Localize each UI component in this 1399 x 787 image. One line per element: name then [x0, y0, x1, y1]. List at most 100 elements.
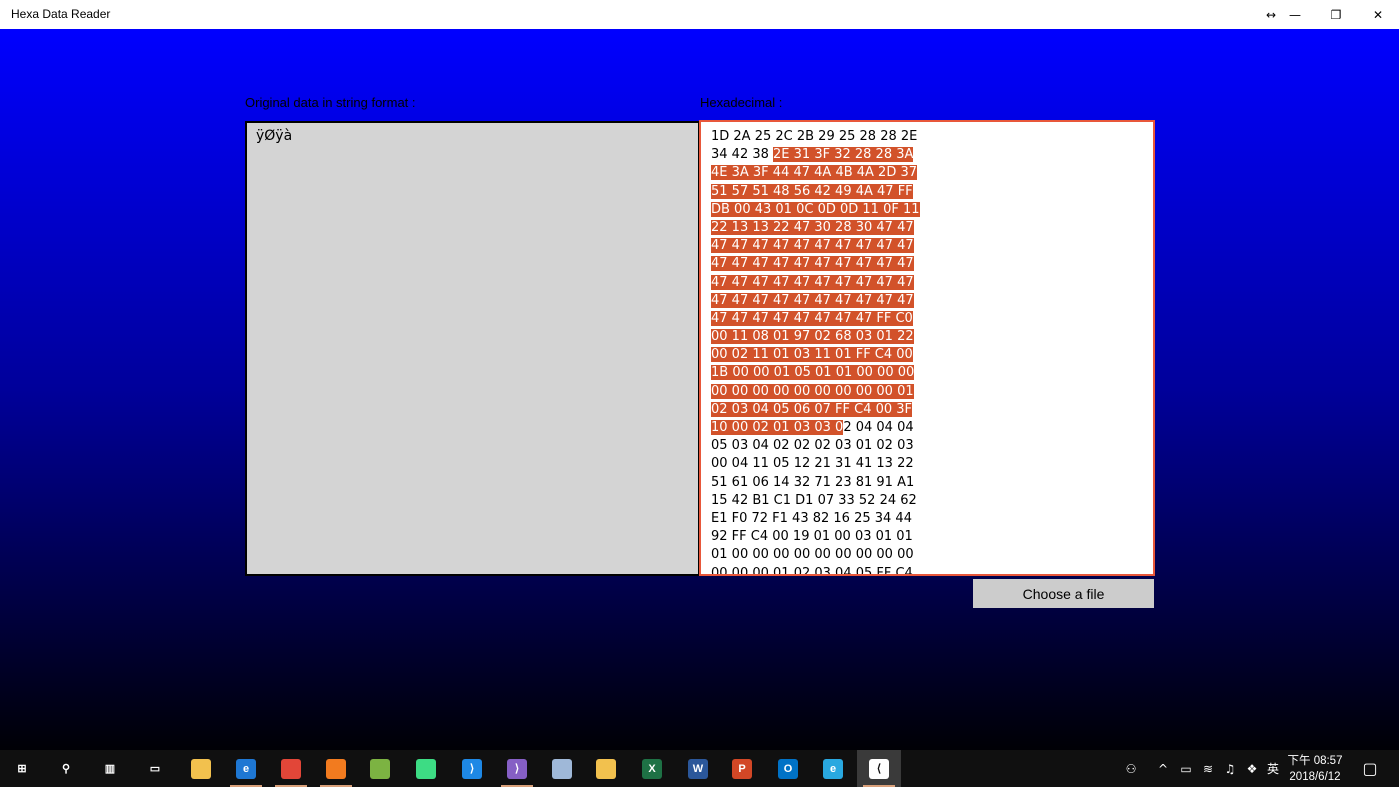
- hex-line: 00 00 00 00 00 00 00 00 00 01: [711, 383, 920, 401]
- visual-studio-icon-glyph: ⟩: [507, 758, 527, 779]
- hex-selection: 00 02 11 01 03 11 01 FF C4 00: [711, 347, 913, 363]
- hex-textbox[interactable]: 1D 2A 25 2C 2B 29 25 28 28 2E 34 42 38 2E…: [699, 120, 1155, 576]
- hex-line: 1B 00 00 01 05 01 01 00 00 00: [711, 364, 920, 382]
- taskbar: ⊞ ⚲ ▥ ▭ e ⟩ ⟩ X W P Oe ⟨ ⚇ ^ ▭ ≋ ♫ ❖ 英 下午 08:57 201…: [0, 750, 1399, 787]
- hex-line: 15 42 B1 C1 D1 07 33 52 24 62: [711, 492, 920, 510]
- tools-icon-glyph: [596, 758, 616, 779]
- outlook-icon[interactable]: O: [766, 750, 810, 787]
- search-icon[interactable]: ⚲: [44, 750, 88, 787]
- hex-line: 47 47 47 47 47 47 47 47 47 47: [711, 237, 920, 255]
- hex-text: 00 04 11 05 12 21 31 41 13 22: [711, 456, 914, 472]
- hex-text: 92 FF C4 00 19 01 00 03 01 01: [711, 529, 913, 545]
- notification-icon[interactable]: ▢: [1356, 750, 1384, 787]
- hex-line: 00 11 08 01 97 02 68 03 01 22: [711, 328, 920, 346]
- search-icon-glyph: ⚲: [56, 758, 76, 779]
- notepad-icon-glyph: [370, 758, 390, 779]
- task-view-icon-glyph: ▥: [100, 758, 120, 779]
- hex-selection: 00 00 00 00 00 00 00 00 00 01: [711, 383, 914, 399]
- choose-file-button[interactable]: Choose a file: [973, 579, 1154, 608]
- excel-icon[interactable]: X: [630, 750, 674, 787]
- start-icon-glyph: ⊞: [12, 758, 32, 779]
- hex-text: 34 42 38: [711, 147, 774, 163]
- hex-text: 2 04 04 04: [843, 420, 914, 435]
- hex-selection: 47 47 47 47 47 47 47 47 47 47: [711, 238, 914, 254]
- terminal-icon[interactable]: ▭: [133, 750, 177, 787]
- hex-text: 15 42 B1 C1 D1 07 33 52 24 62: [711, 492, 917, 508]
- edge-icon[interactable]: e: [224, 750, 268, 787]
- clock[interactable]: 下午 08:57 2018/6/12: [1284, 753, 1346, 785]
- hex-selection: 4E 3A 3F 44 47 4A 4B 4A 2D 37: [711, 165, 918, 181]
- word-icon[interactable]: W: [676, 750, 720, 787]
- hex-line: 47 47 47 47 47 47 47 47 47 47: [711, 255, 920, 273]
- excel-icon-glyph: X: [642, 758, 662, 779]
- hex-line: 51 61 06 14 32 71 23 81 91 A1: [711, 474, 920, 492]
- hex-text: E1 F0 72 F1 43 82 16 25 34 44: [711, 510, 912, 526]
- tools-icon[interactable]: [584, 750, 628, 787]
- file-explorer-icon-glyph: [191, 758, 211, 779]
- vscode-icon[interactable]: ⟩: [450, 750, 494, 787]
- ime-indicator[interactable]: 英: [1263, 750, 1283, 787]
- window-title: Hexa Data Reader: [11, 7, 111, 21]
- task-view-icon[interactable]: ▥: [88, 750, 132, 787]
- hex-selection: 1B 00 00 01 05 01 01 00 00 00: [711, 365, 915, 381]
- hex-line: 51 57 51 48 56 42 49 4A 47 FF: [711, 183, 920, 201]
- hex-line: 02 03 04 05 06 07 FF C4 00 3F: [711, 401, 920, 419]
- title-bar: Hexa Data Reader ↔ — ❐ ✕: [0, 0, 1399, 29]
- start-icon[interactable]: ⊞: [0, 750, 44, 787]
- volume-icon[interactable]: ♫: [1219, 750, 1241, 787]
- hex-content: 1D 2A 25 2C 2B 29 25 28 28 2E 34 42 38 2E…: [711, 128, 920, 576]
- ie-icon[interactable]: e: [811, 750, 855, 787]
- hex-selection: 51 57 51 48 56 42 49 4A 47 FF: [711, 183, 913, 199]
- chrome-icon-glyph: [281, 758, 301, 779]
- string-label: Original data in string format :: [245, 95, 416, 110]
- hex-selection: 00 11 08 01 97 02 68 03 01 22: [711, 329, 914, 345]
- hex-selection: 47 47 47 47 47 47 47 47 47 47: [711, 292, 914, 308]
- hex-line: DB 00 43 01 0C 0D 0D 11 0F 11: [711, 201, 920, 219]
- hex-line: 00 00 00 01 02 03 04 05 FF C4: [711, 565, 920, 576]
- hex-line: 05 03 04 02 02 02 03 01 02 03: [711, 437, 920, 455]
- restore-button[interactable]: ❐: [1313, 0, 1359, 29]
- hex-line: 01 00 00 00 00 00 00 00 00 00: [711, 546, 920, 564]
- firefox-icon[interactable]: [314, 750, 358, 787]
- string-textbox[interactable]: ÿØÿà: [245, 121, 700, 576]
- hex-selection: 47 47 47 47 47 47 47 47 FF C0: [711, 310, 913, 326]
- hex-line: E1 F0 72 F1 43 82 16 25 34 44: [711, 510, 920, 528]
- clock-time: 下午 08:57: [1287, 755, 1343, 767]
- people-icon[interactable]: ⚇: [1118, 750, 1144, 787]
- hex-selection: DB 00 43 01 0C 0D 0D 11 0F 11: [711, 201, 920, 217]
- dropbox-icon[interactable]: ❖: [1241, 750, 1263, 787]
- vscode-icon-glyph: ⟩: [462, 758, 482, 779]
- hex-line: 34 42 38 2E 31 3F 32 28 28 3A: [711, 146, 920, 164]
- visual-studio-icon[interactable]: ⟩: [495, 750, 539, 787]
- wifi-icon[interactable]: ≋: [1197, 750, 1219, 787]
- minimize-button[interactable]: —: [1272, 0, 1318, 29]
- powerpoint-icon-glyph: P: [732, 758, 752, 779]
- terminal-icon-glyph: ▭: [145, 758, 165, 779]
- hex-line: 47 47 47 47 47 47 47 47 47 47: [711, 274, 920, 292]
- file-explorer-icon[interactable]: [179, 750, 223, 787]
- hex-line: 4E 3A 3F 44 47 4A 4B 4A 2D 37: [711, 164, 920, 182]
- ie-icon-glyph: e: [823, 758, 843, 779]
- hex-label: Hexadecimal :: [700, 95, 783, 110]
- hex-line: 92 FF C4 00 19 01 00 03 01 01: [711, 528, 920, 546]
- word-icon-glyph: W: [688, 758, 708, 779]
- hex-line: 47 47 47 47 47 47 47 47 FF C0: [711, 310, 920, 328]
- firefox-icon-glyph: [326, 758, 346, 779]
- hex-text: 05 03 04 02 02 02 03 01 02 03: [711, 438, 914, 454]
- hex-line: 1D 2A 25 2C 2B 29 25 28 28 2E: [711, 128, 920, 146]
- hexa-reader-icon[interactable]: ⟨: [857, 750, 901, 787]
- cube-icon[interactable]: [540, 750, 584, 787]
- clock-date: 2018/6/12: [1289, 771, 1341, 783]
- close-button[interactable]: ✕: [1355, 0, 1399, 29]
- chevron-up-icon[interactable]: ^: [1152, 750, 1174, 787]
- powerpoint-icon[interactable]: P: [720, 750, 764, 787]
- android-studio-icon[interactable]: [404, 750, 448, 787]
- chrome-icon[interactable]: [269, 750, 313, 787]
- hex-text: 00 00 00 01 02 03 04 05 FF C4: [711, 565, 913, 576]
- hex-text: 01 00 00 00 00 00 00 00 00 00: [711, 547, 914, 563]
- hex-text: 1D 2A 25 2C 2B 29 25 28 28 2E: [711, 129, 918, 144]
- notepad-icon[interactable]: [358, 750, 402, 787]
- hex-line: 22 13 13 22 47 30 28 30 47 47: [711, 219, 920, 237]
- hex-selection: 2E 31 3F 32 28 28 3A: [773, 147, 914, 163]
- battery-icon[interactable]: ▭: [1175, 750, 1197, 787]
